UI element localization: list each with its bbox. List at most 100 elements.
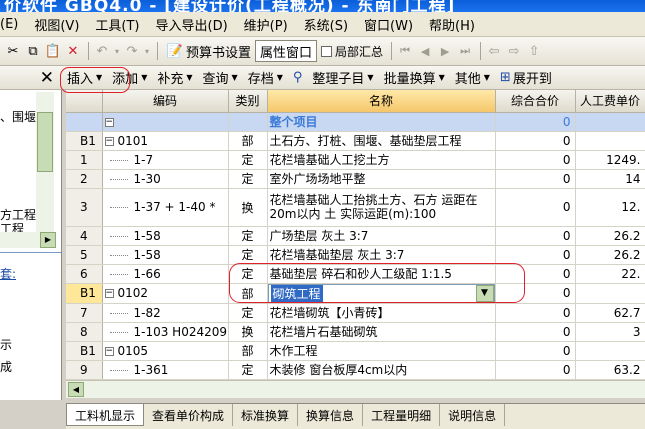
copy-icon[interactable]: ⧉ [24, 42, 42, 60]
table-row[interactable]: 5 1-58 定花栏墙基础垫层 灰土 3:7 0 26.2 [66, 245, 645, 265]
local-summary-toggle[interactable]: 局部汇总 [317, 40, 387, 62]
tab-quantity-detail[interactable]: 工程量明细 [363, 404, 441, 426]
cell-category[interactable] [228, 112, 268, 132]
cell-labor[interactable] [575, 131, 645, 151]
arrow-right-icon[interactable]: ⇨ [505, 42, 523, 60]
cell-total[interactable]: 0 [495, 131, 576, 151]
cell-category[interactable]: 换 [228, 322, 268, 342]
collapse-icon[interactable]: − [104, 117, 114, 127]
row-header[interactable]: 1 [66, 150, 103, 170]
collapse-icon[interactable]: − [104, 346, 114, 356]
table-row[interactable]: − 整个项目 0 [66, 112, 645, 132]
query-button[interactable]: 查询 ▼ [198, 68, 243, 87]
cell-total[interactable]: 0 [495, 188, 576, 227]
row-header[interactable]: 8 [66, 322, 103, 342]
add-button[interactable]: 添加 ▼ [107, 68, 152, 87]
expand-button[interactable]: ⊞ 展开到 [495, 68, 557, 87]
cell-category[interactable]: 部 [228, 341, 268, 361]
cell-total[interactable]: 0 [495, 150, 576, 170]
cell-code[interactable]: − [102, 112, 229, 132]
left-pane-link[interactable]: 套: [0, 265, 16, 282]
cell-labor[interactable]: 14 [575, 169, 645, 189]
supplement-button[interactable]: 补充 ▼ [152, 68, 197, 87]
cell-code[interactable]: 1-58 [102, 245, 229, 265]
cell-category[interactable]: 定 [228, 303, 268, 323]
cell-name[interactable]: 室外广场场地平整 [267, 169, 496, 189]
cell-total[interactable]: 0 [495, 341, 576, 361]
cell-labor[interactable]: 63.2 [575, 360, 645, 380]
column-header-total[interactable]: 综合合价 [495, 90, 576, 113]
tab-conversion-info[interactable]: 换算信息 [298, 404, 364, 426]
cell-code[interactable]: 1-66 [102, 264, 229, 284]
paste-icon[interactable]: 📋 [44, 42, 62, 60]
cell-labor[interactable]: 62.7 [575, 303, 645, 323]
cell-code[interactable]: −0101 [102, 131, 229, 151]
table-row[interactable]: 8 1-103 H024209 换花栏墙片石基础砌筑 0 3 [66, 322, 645, 342]
cell-code[interactable]: −0102 [102, 283, 229, 304]
collapse-icon[interactable]: − [104, 136, 114, 146]
cell-code[interactable]: 1-58 [102, 226, 229, 246]
cell-name[interactable]: 花栏墙基础垫层 灰土 3:7 [267, 245, 496, 265]
cell-labor[interactable]: 12. [575, 188, 645, 227]
row-header[interactable]: 4 [66, 226, 103, 246]
table-row[interactable]: 7 1-82 定花栏墙砌筑【小青砖】 0 62.7 [66, 303, 645, 323]
arrow-up-icon[interactable]: ⇧ [525, 42, 543, 60]
cell-labor[interactable]: 3 [575, 322, 645, 342]
cell-total[interactable]: 0 [495, 169, 576, 189]
cell-name[interactable]: 砌筑工程 ▼ [267, 283, 496, 304]
next-icon[interactable]: ▶ [436, 42, 454, 60]
cell-category[interactable]: 部 [228, 131, 268, 151]
cell-total[interactable]: 0 [495, 303, 576, 323]
name-combo-input[interactable]: 砌筑工程 ▼ [267, 283, 494, 302]
grid-hscroll[interactable]: ◀ [66, 380, 645, 398]
close-pane-icon[interactable]: ✕ [0, 68, 62, 88]
scroll-left-icon[interactable]: ◀ [68, 382, 84, 397]
local-summary-checkbox[interactable] [321, 45, 333, 57]
cell-name[interactable]: 花栏墙片石基础砌筑 [267, 322, 496, 342]
first-icon[interactable]: ⏮ [396, 42, 414, 60]
row-header[interactable]: 2 [66, 169, 103, 189]
tab-description[interactable]: 说明信息 [440, 404, 506, 426]
table-row[interactable]: 4 1-58 定广场垫层 灰土 3:7 0 26.2 [66, 226, 645, 246]
batch-convert-button[interactable]: 批量换算 ▼ [379, 68, 450, 87]
cell-category[interactable]: 定 [228, 169, 268, 189]
cell-code[interactable]: 1-30 [102, 169, 229, 189]
cell-category[interactable]: 定 [228, 245, 268, 265]
row-header[interactable]: B1 [66, 341, 103, 361]
undo-icon[interactable]: ↶ [93, 42, 111, 60]
cell-name[interactable]: 木作工程 [267, 341, 496, 361]
cell-total[interactable]: 0 [495, 226, 576, 246]
scroll-thumb[interactable] [37, 112, 53, 172]
row-header[interactable]: 9 [66, 360, 103, 380]
row-header[interactable]: 3 [66, 188, 103, 227]
table-row[interactable]: B1−0101 部土石方、打桩、围堰、基础垫层工程 0 [66, 131, 645, 151]
cell-code[interactable]: −0105 [102, 341, 229, 361]
archive-button[interactable]: 存档 ▼ [243, 68, 288, 87]
cell-labor[interactable]: 26.2 [575, 245, 645, 265]
left-pane-hscroll[interactable]: ▶ [0, 232, 56, 248]
table-row[interactable]: B1−0102 部砌筑工程 ▼ 0 [66, 283, 645, 304]
arrow-left-icon[interactable]: ⇦ [485, 42, 503, 60]
cut-icon[interactable]: ✂ [4, 42, 22, 60]
cell-total[interactable]: 0 [495, 264, 576, 284]
redo-icon[interactable]: ↷ [123, 42, 141, 60]
cell-category[interactable]: 定 [228, 264, 268, 284]
menu-edit[interactable]: (E) [0, 17, 18, 32]
menu-help[interactable]: 帮助(H) [429, 15, 475, 34]
cell-labor[interactable] [575, 283, 645, 304]
cell-code[interactable]: 1-103 H024209 [102, 322, 229, 342]
cell-labor[interactable]: 26.2 [575, 226, 645, 246]
table-row[interactable]: 3 1-37 + 1-40 * 换花栏墙基础人工抬挑土方、石方 运距在20m以内 土… [66, 188, 645, 227]
binoculars-icon[interactable]: ⚲ [288, 70, 308, 85]
row-header[interactable]: 5 [66, 245, 103, 265]
column-header-name[interactable]: 名称 [267, 90, 496, 113]
table-row[interactable]: 6 1-66 定基础垫层 碎石和砂人工级配 1:1.5 0 22. [66, 264, 645, 284]
cell-total[interactable]: 0 [495, 283, 576, 304]
cell-code[interactable]: 1-37 + 1-40 * [102, 188, 229, 227]
row-header[interactable]: B1 [66, 131, 103, 151]
scroll-right-icon[interactable]: ▶ [40, 232, 56, 248]
cell-total[interactable]: 0 [495, 112, 576, 132]
insert-button[interactable]: 插入 ▼ [62, 68, 107, 87]
cell-total[interactable]: 0 [495, 360, 576, 380]
column-header-code[interactable]: 编码 [102, 90, 229, 113]
